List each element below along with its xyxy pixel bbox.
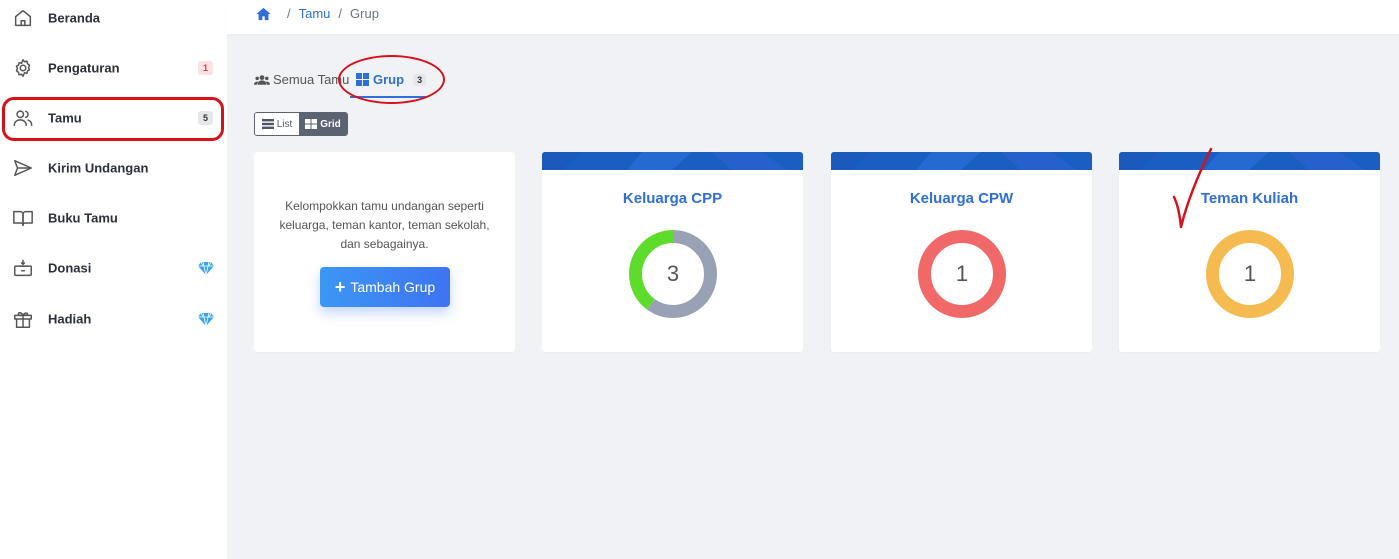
donation-box-icon (14, 259, 32, 277)
breadcrumb-separator: / (338, 6, 343, 21)
home-icon (14, 9, 32, 27)
notification-badge: 1 (198, 61, 213, 75)
add-group-card: Kelompokkan tamu undangan seperti keluar… (254, 152, 515, 352)
card-header-band (831, 152, 1092, 170)
breadcrumb-link-tamu[interactable]: Tamu (299, 6, 331, 21)
group-name: Teman Kuliah (1200, 190, 1299, 207)
book-icon (13, 210, 33, 227)
list-view-label: List (276, 118, 293, 130)
add-group-button[interactable]: + Tambah Grup (320, 267, 450, 307)
card-header-band (1119, 152, 1380, 170)
sidebar-item-label: Buku Tamu (48, 210, 118, 226)
sidebar: Beranda Pengaturan 1 Tamu 5 Kirim Undang… (0, 0, 227, 559)
sidebar-item-label: Donasi (48, 260, 92, 276)
group-member-count: 1 (1243, 261, 1257, 286)
tab-semua-tamu[interactable]: Semua Tamu (254, 72, 349, 87)
diamond-icon (198, 261, 214, 275)
sidebar-item-label: Beranda (48, 10, 101, 26)
list-view-button[interactable]: List (255, 113, 300, 135)
sidebar-item-pengaturan[interactable]: Pengaturan 1 (0, 43, 227, 93)
sidebar-item-label: Pengaturan (48, 60, 120, 76)
diamond-icon (198, 312, 214, 326)
grid-view-label: Grid (320, 118, 341, 130)
sidebar-item-label: Kirim Undangan (48, 160, 149, 176)
group-member-count: 1 (955, 261, 969, 286)
annotation-highlight-tamu (2, 97, 224, 141)
annotation-circle-grup (338, 55, 445, 104)
list-icon (261, 119, 274, 129)
card-header-band (542, 152, 803, 170)
sidebar-item-buku-tamu[interactable]: Buku Tamu (0, 193, 227, 243)
breadcrumb-current: Grup (350, 6, 379, 21)
send-icon (14, 159, 32, 177)
add-group-description: Kelompokkan tamu undangan seperti keluar… (279, 199, 490, 251)
annotation-checkmark (1172, 147, 1213, 229)
breadcrumb: / Tamu / Grup (256, 6, 379, 21)
group-name: Keluarga CPP (622, 190, 723, 207)
group-card[interactable]: Keluarga CPW 1 (831, 152, 1092, 352)
group-card[interactable]: Keluarga CPP 3 (542, 152, 803, 352)
sidebar-item-donasi[interactable]: Donasi (0, 243, 227, 293)
breadcrumb-separator: / (287, 6, 291, 21)
users-icon (254, 74, 270, 85)
group-card[interactable]: Teman Kuliah 1 (1119, 152, 1380, 352)
group-member-count: 3 (666, 261, 680, 286)
plus-icon: + (334, 277, 346, 297)
home-icon[interactable] (256, 7, 271, 21)
view-toggle: List Grid (254, 112, 348, 136)
group-name: Keluarga CPW (909, 190, 1014, 207)
gift-icon (14, 311, 32, 328)
topbar: / Tamu / Grup (227, 0, 1399, 34)
sidebar-item-beranda[interactable]: Beranda (0, 0, 227, 43)
sidebar-item-kirim-undangan[interactable]: Kirim Undangan (0, 143, 227, 193)
gear-icon (15, 59, 31, 77)
sidebar-item-hadiah[interactable]: Hadiah (0, 294, 227, 344)
grid-view-button[interactable]: Grid (299, 113, 347, 135)
grid-icon (305, 119, 318, 129)
add-group-button-label: Tambah Grup (350, 279, 436, 295)
sidebar-item-label: Hadiah (48, 311, 92, 327)
